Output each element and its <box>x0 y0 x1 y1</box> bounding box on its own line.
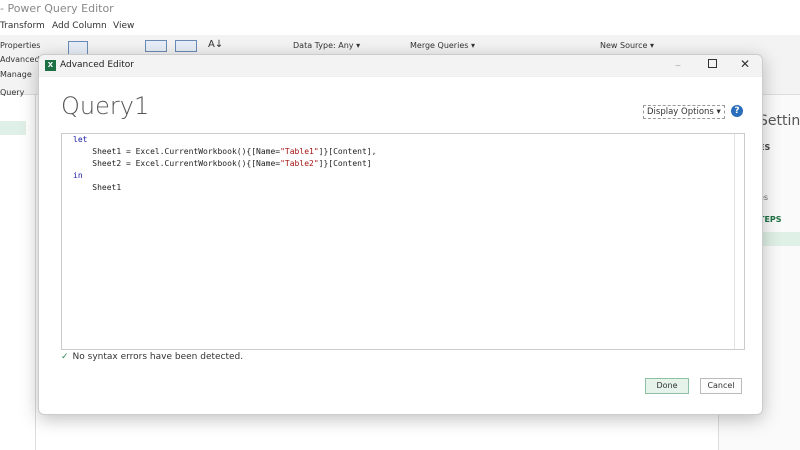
maximize-icon[interactable] <box>708 59 717 68</box>
sort-icon[interactable]: A↓ <box>208 39 223 50</box>
advanced-editor-dialog: X Advanced Editor – ✕ Query1 Display Opt… <box>38 54 763 415</box>
step-selected-row[interactable] <box>759 232 800 246</box>
new-source-label: New Source <box>600 41 648 50</box>
data-type-label: Data Type: Any <box>293 41 354 50</box>
dialog-title: Advanced Editor <box>60 60 134 70</box>
window-title: - Power Query Editor <box>0 2 114 15</box>
help-icon[interactable]: ? <box>731 105 743 117</box>
properties-button[interactable]: Properties <box>0 41 40 50</box>
display-options-dropdown[interactable]: Display Options ▾ <box>643 105 725 119</box>
merge-queries-button[interactable]: Merge Queries ▾ <box>410 41 475 50</box>
query-selected-row[interactable] <box>0 121 26 135</box>
new-source-button[interactable]: New Source ▾ <box>600 41 654 50</box>
excel-icon: X <box>45 60 56 71</box>
query-group-label: Query <box>0 88 25 97</box>
settings-title: Settings <box>759 113 800 129</box>
display-options-label: Display Options <box>647 107 714 117</box>
tab-view[interactable]: View <box>113 21 134 31</box>
done-button[interactable]: Done <box>645 378 689 394</box>
data-type-dropdown[interactable]: Data Type: Any ▾ <box>293 41 360 50</box>
tab-add-column[interactable]: Add Column <box>52 21 107 31</box>
code-line: Sheet1 = Excel.CurrentWorkbook(){[Name="… <box>73 147 377 156</box>
cancel-button[interactable]: Cancel <box>700 378 742 394</box>
merge-queries-label: Merge Queries <box>410 41 469 50</box>
queries-pane: Query <box>0 88 36 450</box>
code-line: Sheet2 = Excel.CurrentWorkbook(){[Name="… <box>73 159 372 168</box>
table-icon[interactable] <box>68 41 88 55</box>
minimize-icon[interactable]: – <box>675 58 681 72</box>
code-line: let <box>73 135 88 144</box>
checkmark-icon: ✓ <box>61 352 69 362</box>
code-line: in <box>73 171 83 180</box>
manage-button[interactable]: Manage <box>0 70 32 79</box>
dialog-titlebar: X Advanced Editor – ✕ <box>39 55 762 77</box>
choose-columns-icon[interactable] <box>145 40 167 52</box>
code-line: Sheet1 <box>73 183 122 192</box>
close-icon[interactable]: ✕ <box>740 57 750 71</box>
query-name: Query1 <box>61 92 150 120</box>
status-text: No syntax errors have been detected. <box>72 352 244 362</box>
syntax-status: ✓ No syntax errors have been detected. <box>61 352 243 362</box>
code-text[interactable]: let Sheet1 = Excel.CurrentWorkbook(){[Na… <box>62 134 744 194</box>
tab-transform[interactable]: Transform <box>0 21 45 31</box>
code-editor[interactable]: let Sheet1 = Excel.CurrentWorkbook(){[Na… <box>61 133 745 350</box>
remove-columns-icon[interactable] <box>175 40 197 52</box>
editor-scrollbar[interactable] <box>734 134 744 349</box>
